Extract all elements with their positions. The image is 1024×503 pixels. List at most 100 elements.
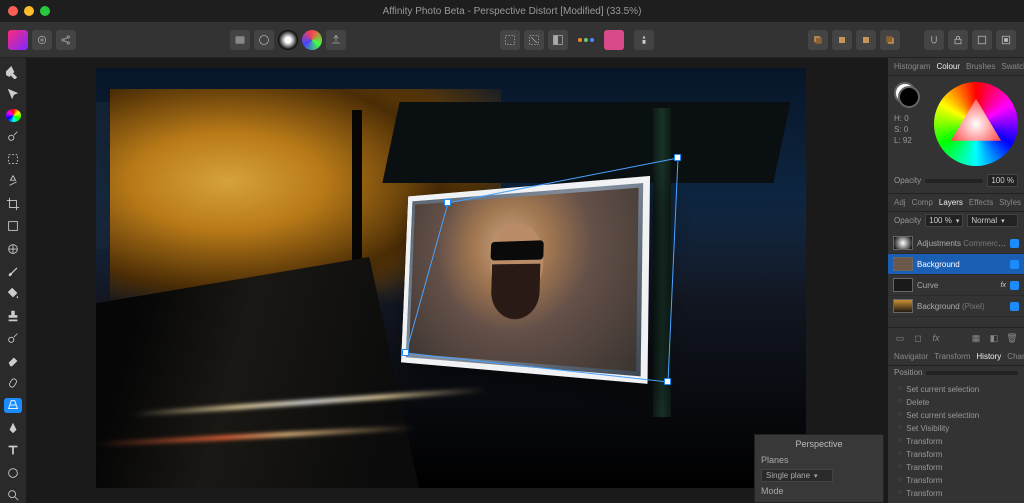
arrange-backward-icon[interactable] (832, 30, 852, 50)
assistant-icon[interactable] (634, 30, 654, 50)
history-item[interactable]: Transform (888, 461, 1024, 474)
history-item[interactable]: Transform (888, 474, 1024, 487)
history-item[interactable]: Transform (888, 448, 1024, 461)
opacity-value[interactable]: 100 % (987, 174, 1018, 187)
perspective-handle-br[interactable] (664, 378, 671, 385)
insert-inside-icon[interactable] (996, 30, 1016, 50)
layer-row[interactable]: Background (888, 254, 1024, 275)
perspective-handle-tr[interactable] (674, 154, 681, 161)
history-list: Set current selection Delete Set current… (888, 383, 1024, 500)
crop-tool-icon[interactable] (4, 196, 22, 211)
snapping-icon[interactable] (924, 30, 944, 50)
history-item[interactable]: Transform (888, 487, 1024, 500)
layer-row[interactable]: Adjustments Commercialisé-emot (888, 233, 1024, 254)
persona-photo-icon[interactable] (230, 30, 250, 50)
persona-develop-icon[interactable] (278, 30, 298, 50)
persona-tone-icon[interactable] (302, 30, 322, 50)
insert-target-icon[interactable] (972, 30, 992, 50)
perspective-options-panel[interactable]: Perspective Planes Single plane Mode (754, 434, 884, 503)
visibility-checkbox[interactable] (1010, 260, 1019, 269)
planes-select[interactable]: Single plane (761, 469, 833, 482)
arrange-front-icon[interactable] (880, 30, 900, 50)
deselect-icon[interactable] (524, 30, 544, 50)
lock-icon[interactable] (948, 30, 968, 50)
visibility-checkbox[interactable] (1010, 302, 1019, 311)
tab-colour[interactable]: Colour (936, 62, 960, 71)
window-minimize[interactable] (24, 6, 34, 16)
tab-navigator[interactable]: Navigator (894, 352, 928, 361)
adjustment-icon[interactable] (4, 241, 22, 256)
zoom-tool-icon[interactable] (4, 487, 22, 502)
tab-histogram[interactable]: Histogram (894, 62, 930, 71)
tab-transform[interactable]: Transform (934, 352, 970, 361)
tab-layers[interactable]: Layers (939, 198, 963, 207)
blend-mode-select[interactable]: Normal (967, 214, 1018, 227)
pen-tool-icon[interactable] (4, 420, 22, 435)
tab-styles[interactable]: Styles (999, 198, 1021, 207)
arrange-forward-icon[interactable] (856, 30, 876, 50)
perspective-handle-bl[interactable] (402, 349, 409, 356)
color-wheel[interactable] (934, 82, 1018, 166)
history-item[interactable]: Set current selection (888, 383, 1024, 396)
layer-row[interactable]: Background (Pixel) (888, 296, 1024, 317)
share-icon[interactable] (56, 30, 76, 50)
select-all-icon[interactable] (500, 30, 520, 50)
nav-thumb-icon[interactable]: ▭ (894, 332, 906, 344)
perspective-handle-tl[interactable] (444, 199, 451, 206)
dodge-tool-icon[interactable] (4, 331, 22, 346)
visibility-checkbox[interactable] (1010, 281, 1019, 290)
visibility-checkbox[interactable] (1010, 239, 1019, 248)
stamp-tool-icon[interactable] (4, 308, 22, 323)
tab-brushes[interactable]: Brushes (966, 62, 995, 71)
window-close[interactable] (8, 6, 18, 16)
swatch-pair[interactable] (894, 82, 920, 108)
prefs-icon[interactable] (32, 30, 52, 50)
persona-export-icon[interactable] (326, 30, 346, 50)
history-item[interactable]: Transform (888, 435, 1024, 448)
fill-tool-icon[interactable] (4, 286, 22, 301)
nav-adjust-icon[interactable]: ◧ (988, 332, 1000, 344)
move-tool-icon[interactable] (4, 86, 22, 101)
document-canvas[interactable] (96, 68, 806, 488)
invert-selection-icon[interactable] (548, 30, 568, 50)
shape-tool-icon[interactable] (4, 218, 22, 233)
perspective-panel-title: Perspective (761, 439, 877, 449)
tab-effects[interactable]: Effects (969, 198, 993, 207)
history-item[interactable]: Set Visibility (888, 422, 1024, 435)
flood-select-icon[interactable] (4, 174, 22, 189)
history-position-slider[interactable] (926, 371, 1018, 375)
tab-comp[interactable]: Comp (912, 198, 933, 207)
window-maximize[interactable] (40, 6, 50, 16)
quick-mask-icon[interactable] (604, 30, 624, 50)
paint-brush-icon[interactable] (4, 263, 22, 278)
selection-brush-icon[interactable] (4, 129, 22, 144)
app-logo[interactable] (8, 30, 28, 50)
eraser-tool-icon[interactable] (4, 353, 22, 368)
nav-square-icon[interactable]: ◻ (912, 332, 924, 344)
nav-mask-icon[interactable]: ▦ (970, 332, 982, 344)
fx-badge: fx (1001, 282, 1006, 289)
view-tool-icon[interactable] (4, 64, 22, 79)
nav-fx-icon[interactable]: fx (930, 332, 942, 344)
marquee-tool-icon[interactable] (4, 151, 22, 166)
align-dots-icon[interactable] (578, 38, 594, 42)
tab-history[interactable]: History (976, 352, 1001, 361)
healing-tool-icon[interactable] (4, 375, 22, 390)
layers-opacity-value[interactable]: 100 % (925, 214, 963, 227)
layer-row[interactable]: Curve fx (888, 275, 1024, 296)
text-tool-icon[interactable] (4, 443, 22, 458)
tab-adjustments[interactable]: Adj (894, 198, 906, 207)
history-item[interactable]: Delete (888, 396, 1024, 409)
persona-liquify-icon[interactable] (254, 30, 274, 50)
tab-channels[interactable]: Channels (1007, 352, 1024, 361)
opacity-slider[interactable] (925, 179, 983, 183)
color-picker-icon[interactable] (6, 109, 21, 122)
tab-swatches[interactable]: Swatches (1001, 62, 1024, 71)
perspective-layer[interactable] (401, 175, 650, 383)
nav-delete-icon[interactable]: 🗑 (1006, 332, 1018, 344)
history-item[interactable]: Set current selection (888, 409, 1024, 422)
vector-brush-icon[interactable] (4, 465, 22, 480)
hsl-s: S: 0 (894, 125, 920, 134)
arrange-back-icon[interactable] (808, 30, 828, 50)
perspective-tool-icon[interactable] (4, 398, 22, 413)
